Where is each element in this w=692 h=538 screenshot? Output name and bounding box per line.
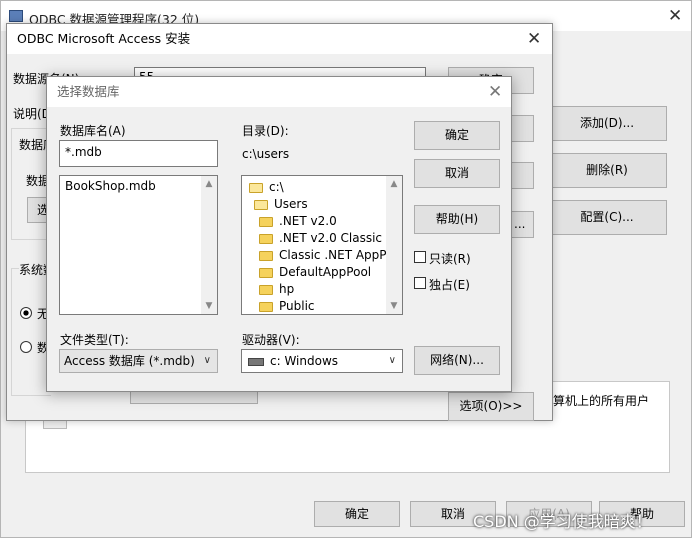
- dir-tree-item[interactable]: .NET v2.0: [259, 213, 337, 230]
- setup-title: ODBC Microsoft Access 安装: [17, 31, 191, 46]
- folder-icon: [259, 301, 273, 312]
- setup-side-button-1[interactable]: [511, 115, 534, 142]
- dir-tree-item-label: .NET v2.0: [279, 214, 337, 228]
- select-database-dialog: 选择数据库 ✕ 数据库名(A) *.mdb BookShop.mdb ▲ ▼ 目…: [46, 76, 512, 392]
- scroll-down-icon[interactable]: ▼: [201, 298, 217, 314]
- chevron-down-icon: ∨: [203, 355, 211, 366]
- radio-none[interactable]: [20, 307, 32, 319]
- odbc-app-icon: [9, 10, 23, 22]
- admin-footer-note: 算机上的所有用户: [553, 394, 650, 408]
- folder-icon: [259, 250, 273, 261]
- dir-tree-item-label: DefaultAppPool: [279, 265, 372, 279]
- dir-tree-item-label: Classic .NET AppPool: [279, 248, 403, 262]
- dir-value: c:\users: [242, 147, 290, 161]
- selectdb-close-icon[interactable]: ✕: [488, 84, 502, 101]
- radio-database[interactable]: [20, 341, 32, 353]
- selectdb-help-button[interactable]: 帮助(H): [414, 205, 500, 234]
- folder-icon: [259, 216, 273, 227]
- open-folder-icon: [249, 182, 263, 193]
- network-button[interactable]: 网络(N)...: [414, 346, 500, 375]
- setup-titlebar: ODBC Microsoft Access 安装: [7, 24, 552, 54]
- file-list-scrollbar[interactable]: ▲ ▼: [201, 176, 217, 314]
- dir-label: 目录(D):: [242, 124, 289, 138]
- drive-icon: [248, 357, 264, 366]
- configure-button[interactable]: 配置(C)...: [547, 200, 667, 235]
- dir-tree-item-label: .NET v2.0 Classic: [279, 231, 383, 245]
- db-name-input[interactable]: *.mdb: [59, 140, 218, 167]
- folder-icon: [259, 284, 273, 295]
- dir-tree-item-label: hp: [279, 282, 295, 296]
- options-button[interactable]: 选项(O)>>: [448, 392, 534, 421]
- open-folder-icon: [254, 199, 268, 210]
- chevron-down-icon: ∨: [388, 355, 396, 366]
- db-name-label: 数据库名(A): [60, 124, 126, 138]
- dir-tree-item[interactable]: Classic .NET AppPool: [259, 247, 403, 264]
- selectdb-cancel-button[interactable]: 取消: [414, 159, 500, 188]
- dir-tree-item[interactable]: hp: [259, 281, 294, 298]
- scroll-up-icon[interactable]: ▲: [386, 176, 402, 192]
- exclusive-label: 独占(E): [429, 278, 470, 292]
- folder-icon: [259, 267, 273, 278]
- drive-select[interactable]: c: Windows ∨: [241, 349, 403, 373]
- dir-tree-item[interactable]: c:\: [249, 179, 284, 196]
- dir-tree-item[interactable]: DefaultAppPool: [259, 264, 371, 281]
- system-db-group: [11, 268, 51, 396]
- dir-tree-item-label: c:\: [269, 180, 284, 194]
- dir-tree-item[interactable]: Users: [254, 196, 308, 213]
- dir-tree[interactable]: c:\ Users .NET v2.0 .NET v2.0 Classic Classi…: [241, 175, 403, 315]
- filetype-label: 文件类型(T):: [60, 333, 129, 347]
- admin-ok-button[interactable]: 确定: [314, 501, 400, 527]
- folder-icon: [259, 233, 273, 244]
- dir-tree-scrollbar[interactable]: ▲ ▼: [386, 176, 402, 314]
- readonly-label: 只读(R): [429, 252, 471, 266]
- remove-button[interactable]: 删除(R): [547, 153, 667, 188]
- exclusive-checkbox[interactable]: [414, 277, 426, 289]
- watermark: CSDN @学习使我暗爽！: [473, 512, 652, 531]
- dir-tree-item[interactable]: .NET v2.0 Classic: [259, 230, 382, 247]
- readonly-checkbox[interactable]: [414, 251, 426, 263]
- file-list[interactable]: BookShop.mdb ▲ ▼: [59, 175, 218, 315]
- selectdb-ok-button[interactable]: 确定: [414, 121, 500, 150]
- selectdb-title: 选择数据库: [57, 84, 120, 99]
- scroll-up-icon[interactable]: ▲: [201, 176, 217, 192]
- dir-tree-item[interactable]: Public: [259, 298, 315, 314]
- dir-tree-item-label: Public: [279, 299, 315, 313]
- setup-side-button-2[interactable]: [511, 162, 534, 189]
- drive-label: 驱动器(V):: [242, 333, 300, 347]
- selectdb-titlebar: 选择数据库: [47, 77, 511, 107]
- scroll-down-icon[interactable]: ▼: [386, 298, 402, 314]
- add-button[interactable]: 添加(D)...: [547, 106, 667, 141]
- setup-close-icon[interactable]: ✕: [527, 31, 541, 48]
- filetype-select[interactable]: Access 数据库 (*.mdb) ∨: [59, 349, 218, 373]
- setup-side-button-3[interactable]: ...: [511, 211, 534, 238]
- admin-close-icon[interactable]: ✕: [668, 8, 682, 25]
- file-item[interactable]: BookShop.mdb: [65, 179, 156, 193]
- dir-tree-item-label: Users: [274, 197, 308, 211]
